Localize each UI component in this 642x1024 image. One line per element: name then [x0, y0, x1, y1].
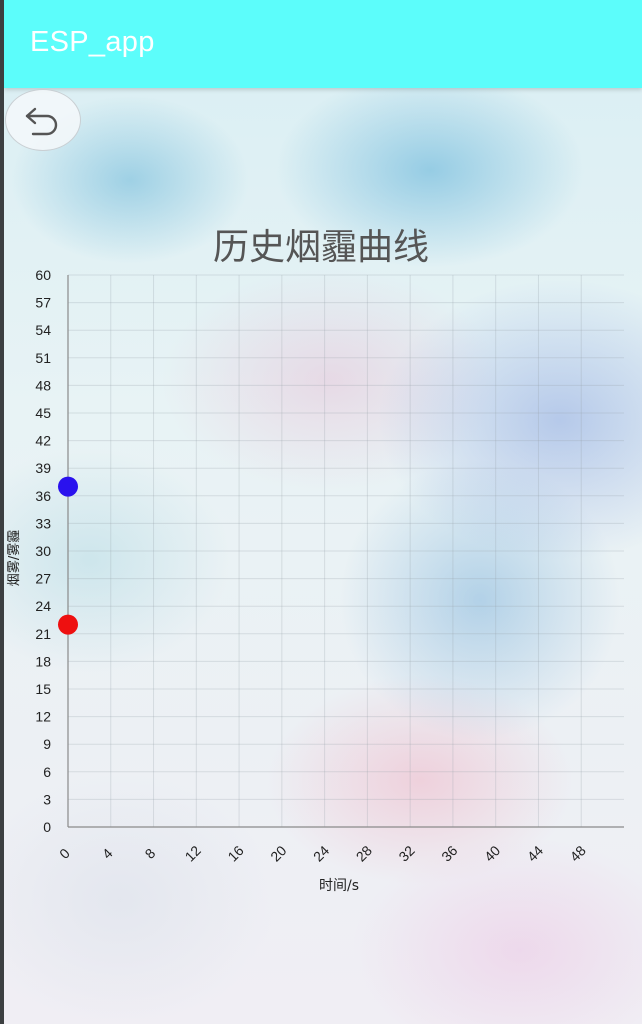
y-tick-label: 21: [35, 626, 51, 642]
y-tick-label: 36: [35, 488, 51, 504]
y-tick-label: 0: [43, 819, 51, 835]
x-tick-label: 48: [567, 842, 589, 864]
y-tick-label: 12: [35, 709, 51, 725]
y-tick-label: 60: [35, 267, 51, 283]
app-screen: ESP_app 历史烟霾曲线 0 3 6 9 12 15 18 21 24 27 30 33 36 39 4…: [0, 0, 642, 1024]
data-point: [58, 476, 78, 497]
y-tick-label: 39: [35, 460, 51, 476]
y-tick-label: 45: [35, 405, 51, 421]
x-tick-label: 12: [182, 842, 204, 864]
x-tick-label: 28: [353, 842, 375, 864]
y-tick-label: 9: [43, 736, 51, 752]
y-tick-label: 30: [35, 543, 51, 559]
app-bar: ESP_app: [4, 0, 642, 88]
y-tick-label: 24: [35, 598, 51, 614]
data-point: [58, 614, 78, 635]
x-tick-label: 16: [224, 842, 246, 864]
y-tick-label: 18: [35, 653, 51, 669]
y-tick-label: 27: [35, 571, 51, 587]
y-tick-label: 6: [43, 764, 51, 780]
back-button[interactable]: [5, 89, 81, 151]
undo-arrow-icon: [25, 107, 58, 136]
y-tick-label: 33: [35, 515, 51, 531]
x-axis-ticks: 0 4 8 12 16 20 24 28 32 36 40 44 48: [56, 842, 589, 864]
y-tick-label: 54: [35, 322, 51, 338]
x-tick-label: 20: [267, 842, 289, 864]
chart-grid: [67, 274, 624, 828]
y-tick-label: 51: [35, 350, 51, 366]
x-tick-label: 4: [99, 845, 116, 862]
smoke-history-chart: 03691215182124273033363942454851545760 0…: [7, 267, 624, 894]
x-tick-label: 0: [56, 845, 73, 862]
y-tick-label: 3: [43, 791, 51, 807]
y-tick-label: 48: [35, 377, 51, 393]
y-tick-label: 57: [35, 295, 51, 311]
x-axis-label: 时间/s: [319, 878, 359, 894]
x-tick-label: 24: [310, 842, 332, 864]
x-tick-label: 36: [438, 842, 460, 864]
y-axis-ticks: 03691215182124273033363942454851545760: [35, 267, 51, 835]
x-tick-label: 44: [524, 842, 546, 864]
x-tick-label: 32: [395, 842, 417, 864]
app-title: ESP_app: [30, 26, 155, 58]
x-tick-label: 8: [142, 845, 159, 862]
y-axis-label: 烟雾/雾霾: [7, 530, 22, 586]
y-tick-label: 42: [35, 433, 51, 449]
window-edge: [0, 0, 4, 1024]
y-tick-label: 15: [35, 681, 51, 697]
x-tick-label: 40: [481, 842, 503, 864]
